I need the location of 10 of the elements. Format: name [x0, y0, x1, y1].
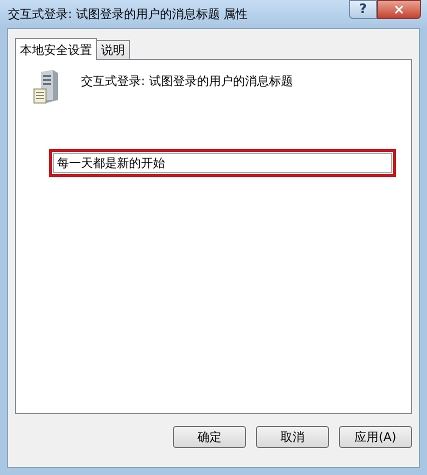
window-title: 交互式登录: 试图登录的用户的消息标题 属性 — [8, 6, 248, 23]
policy-name: 交互式登录: 试图登录的用户的消息标题 — [81, 73, 293, 90]
dialog-button[interactable]: 确定 — [173, 426, 246, 448]
help-button[interactable]: ? — [349, 0, 377, 19]
dialog-button[interactable]: 应用(A) — [339, 426, 412, 448]
dialog-button[interactable]: 取消 — [256, 426, 329, 448]
server-icon — [33, 70, 59, 104]
tab[interactable]: 说明 — [97, 40, 130, 59]
message-title-field[interactable]: 每一天都是新的开始 — [53, 153, 392, 173]
tab[interactable]: 本地安全设置 — [15, 38, 97, 60]
